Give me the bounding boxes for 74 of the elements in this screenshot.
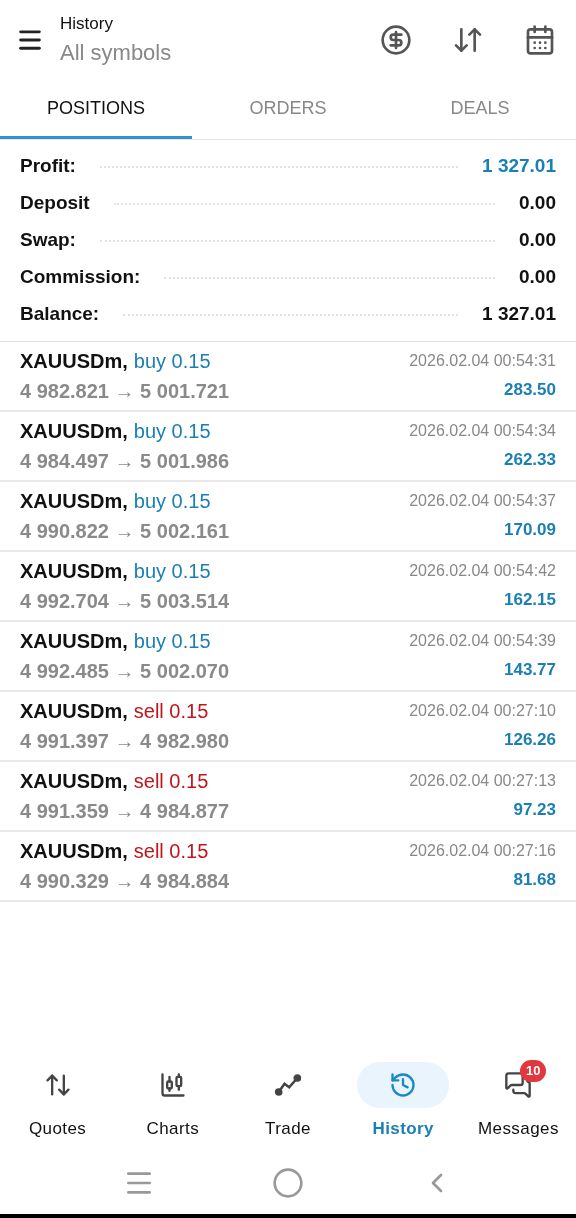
screen-title: History: [60, 12, 114, 35]
trade-side: buy 0.15: [133, 629, 211, 654]
profit-value: 81.68: [513, 869, 556, 892]
symbol-text: XAUUSDm,: [20, 699, 128, 724]
home-icon[interactable]: [272, 1167, 304, 1199]
position-row[interactable]: XAUUSDm, buy 0.15 4 992.704 → 5 003.514 2026.02.04 00:54:42 162.15: [0, 552, 576, 622]
position-row[interactable]: XAUUSDm, buy 0.15 4 982.821 → 5 001.721 2026.02.04 00:54:31 283.50: [0, 342, 576, 412]
charts-icon: [158, 1071, 187, 1100]
nav-item[interactable]: 10 Messages: [460, 1062, 576, 1142]
summary-label: Commission:: [20, 265, 141, 290]
profit-value: 162.15: [504, 589, 556, 612]
trade-side: sell 0.15: [133, 699, 209, 724]
profit-value: 170.09: [504, 519, 556, 542]
tab[interactable]: ORDERS: [192, 80, 384, 139]
price-range: 4 991.359 → 4 984.877: [20, 799, 230, 824]
trade-side: sell 0.15: [133, 839, 209, 864]
summary-value: 0.00: [519, 265, 556, 290]
profit-value: 126.26: [504, 729, 556, 752]
close-time: 2026.02.04 00:27:16: [409, 841, 556, 862]
close-time: 2026.02.04 00:54:34: [409, 421, 556, 442]
summary-value: 1 327.01: [482, 302, 556, 327]
calendar-icon[interactable]: [524, 24, 556, 56]
close-time: 2026.02.04 00:54:37: [409, 491, 556, 512]
summary-value: 1 327.01: [482, 154, 556, 179]
nav-item[interactable]: History: [345, 1062, 461, 1142]
symbol-text: XAUUSDm,: [20, 769, 128, 794]
symbol-text: XAUUSDm,: [20, 839, 128, 864]
close-time: 2026.02.04 00:27:13: [409, 771, 556, 792]
unread-badge: 10: [519, 1060, 547, 1082]
summary-label: Swap:: [20, 228, 76, 253]
summary-label: Deposit: [20, 191, 90, 216]
symbol-text: XAUUSDm,: [20, 419, 128, 444]
trade-side: sell 0.15: [133, 769, 209, 794]
symbol-text: XAUUSDm,: [20, 489, 128, 514]
profit-value: 143.77: [504, 659, 556, 682]
profit-value: 97.23: [513, 799, 556, 822]
price-range: 4 990.822 → 5 002.161: [20, 519, 230, 544]
close-time: 2026.02.04 00:54:31: [409, 351, 556, 372]
position-row[interactable]: XAUUSDm, buy 0.15 4 992.485 → 5 002.070 2026.02.04 00:54:39 143.77: [0, 622, 576, 692]
position-row[interactable]: XAUUSDm, buy 0.15 4 990.822 → 5 002.161 2026.02.04 00:54:37 170.09: [0, 482, 576, 552]
symbol-text: XAUUSDm,: [20, 349, 128, 374]
profit-value: 283.50: [504, 379, 556, 402]
symbol-text: XAUUSDm,: [20, 629, 128, 654]
nav-item[interactable]: Trade: [230, 1062, 346, 1142]
close-time: 2026.02.04 00:54:39: [409, 631, 556, 652]
tab[interactable]: DEALS: [384, 80, 576, 139]
symbol-text: XAUUSDm,: [20, 559, 128, 584]
nav-item[interactable]: Charts: [115, 1062, 231, 1142]
profit-value: 262.33: [504, 449, 556, 472]
price-range: 4 990.329 → 4 984.884: [20, 869, 230, 894]
position-row[interactable]: XAUUSDm, buy 0.15 4 984.497 → 5 001.986 2026.02.04 00:54:34 262.33: [0, 412, 576, 482]
price-range: 4 991.397 → 4 982.980: [20, 729, 230, 754]
price-range: 4 982.821 → 5 001.721: [20, 379, 230, 404]
close-time: 2026.02.04 00:27:10: [409, 701, 556, 722]
summary-label: Profit:: [20, 154, 76, 179]
summary-value: 0.00: [519, 228, 556, 253]
summary-value: 0.00: [519, 191, 556, 216]
history-icon: [389, 1071, 418, 1100]
summary-label: Balance:: [20, 302, 100, 327]
price-range: 4 992.704 → 5 003.514: [20, 589, 230, 614]
position-row[interactable]: XAUUSDm, sell 0.15 4 991.397 → 4 982.980 2026.02.04 00:27:10 126.26: [0, 692, 576, 762]
dollar-circle-icon[interactable]: [380, 24, 412, 56]
trade-side: buy 0.15: [133, 419, 211, 444]
trade-side: buy 0.15: [133, 349, 211, 374]
price-range: 4 984.497 → 5 001.986: [20, 449, 230, 474]
trade-side: buy 0.15: [133, 489, 211, 514]
price-range: 4 992.485 → 5 002.070: [20, 659, 230, 684]
nav-item[interactable]: Quotes: [0, 1062, 116, 1142]
position-row[interactable]: XAUUSDm, sell 0.15 4 991.359 → 4 984.877 2026.02.04 00:27:13 97.23: [0, 762, 576, 832]
close-time: 2026.02.04 00:54:42: [409, 561, 556, 582]
symbol-filter[interactable]: All symbols: [60, 36, 172, 70]
trade-side: buy 0.15: [133, 559, 211, 584]
position-row[interactable]: XAUUSDm, sell 0.15 4 990.329 → 4 984.884 2026.02.04 00:27:16 81.68: [0, 832, 576, 902]
tab[interactable]: POSITIONS: [0, 80, 192, 139]
